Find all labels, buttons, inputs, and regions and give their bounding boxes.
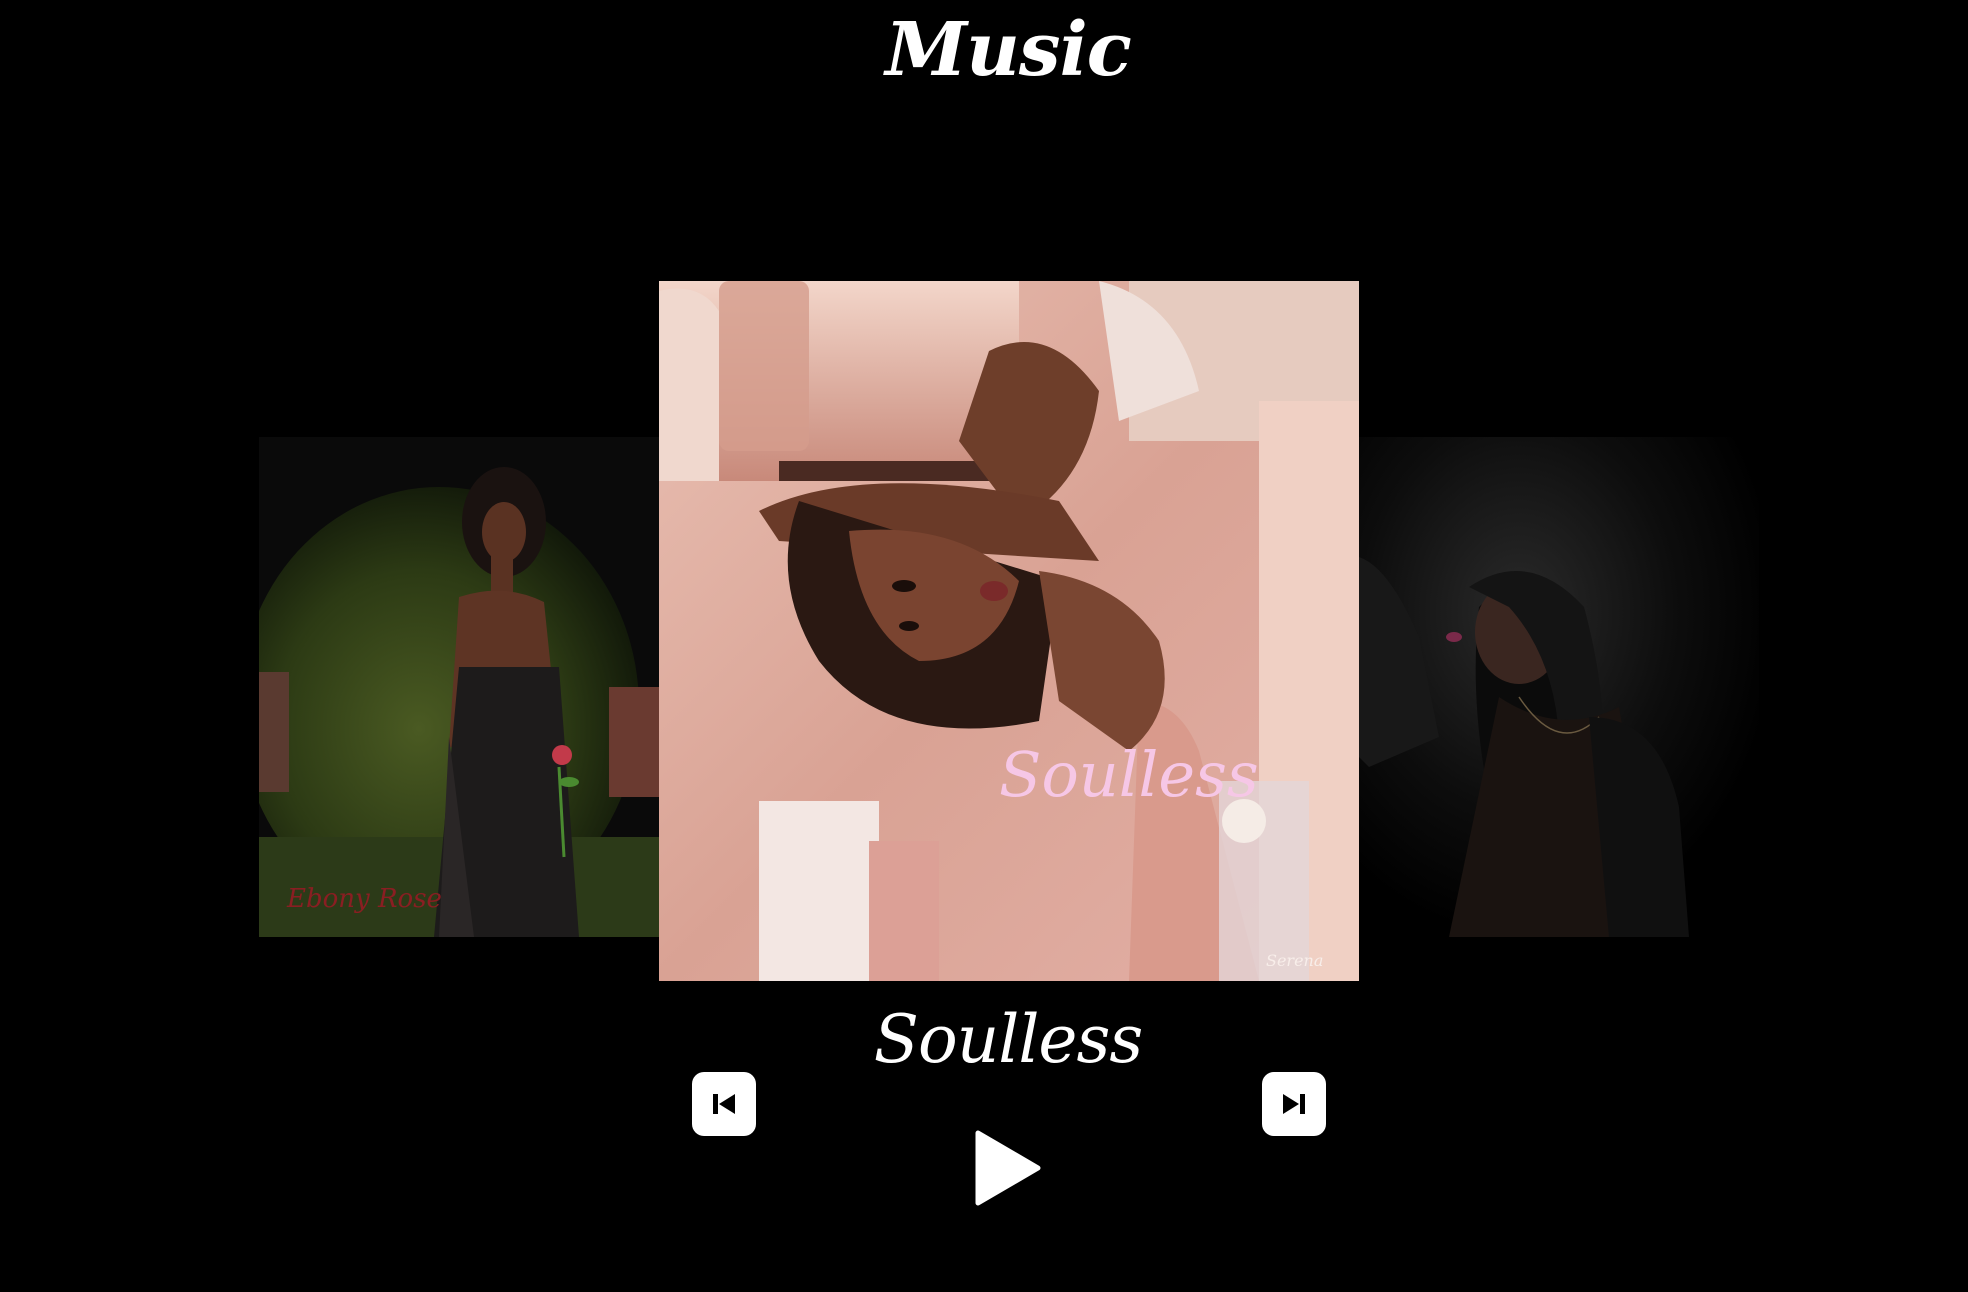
album-art-current-title: Soulless <box>999 738 1259 811</box>
album-art-current: Soulless Serena <box>659 281 1359 981</box>
album-art-current-signature: Serena <box>1266 951 1323 970</box>
play-icon <box>975 1130 1041 1206</box>
album-cover-current[interactable]: Soulless Serena <box>659 281 1359 981</box>
previous-track-button[interactable] <box>692 1072 756 1136</box>
album-cover-previous[interactable]: Ebony Rose <box>259 437 659 937</box>
album-art-previous: Ebony Rose <box>259 437 659 937</box>
current-track-title: Soulless <box>873 1001 1143 1078</box>
play-button[interactable] <box>974 1130 1042 1206</box>
album-art-previous-signature: Ebony Rose <box>286 884 442 914</box>
skip-previous-icon <box>713 1094 735 1114</box>
album-cover-next[interactable] <box>1359 437 1759 937</box>
next-track-button[interactable] <box>1262 1072 1326 1136</box>
skip-next-icon <box>1283 1094 1305 1114</box>
album-carousel: Ebony Rose Soulless Serena <box>0 0 1968 1292</box>
album-art-next <box>1359 437 1759 937</box>
